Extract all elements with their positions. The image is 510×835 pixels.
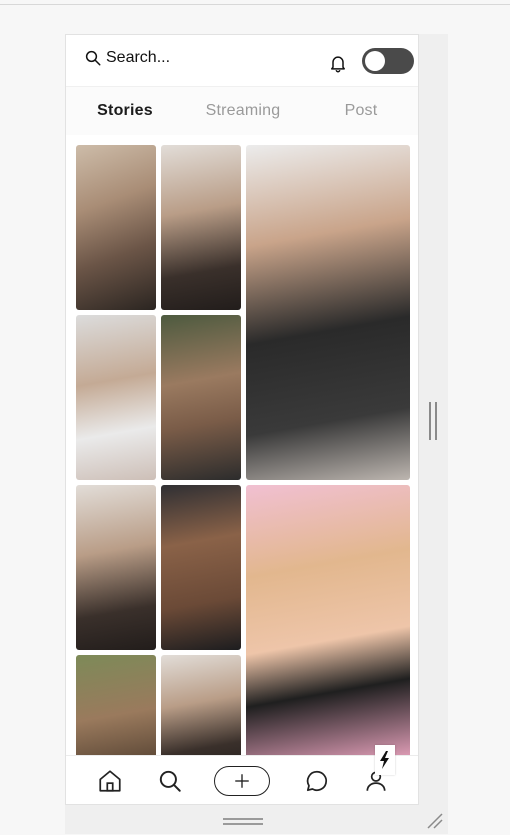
feed-photo[interactable] bbox=[161, 145, 241, 310]
feed-photo[interactable] bbox=[76, 485, 156, 650]
feed-photo[interactable] bbox=[76, 655, 156, 755]
plus-icon bbox=[235, 774, 249, 788]
lightning-icon[interactable] bbox=[375, 745, 395, 775]
window-top-border bbox=[0, 4, 510, 5]
search-icon[interactable] bbox=[157, 768, 183, 794]
feed-photo[interactable] bbox=[161, 485, 241, 650]
home-icon[interactable] bbox=[97, 768, 123, 794]
bottom-navigation bbox=[66, 755, 418, 804]
app-header: Search... bbox=[66, 35, 418, 87]
feed-photo[interactable] bbox=[161, 655, 241, 755]
toggle-knob bbox=[365, 51, 385, 71]
feed-photo[interactable] bbox=[246, 485, 410, 755]
resize-grip-icon[interactable] bbox=[424, 810, 444, 830]
tab-stories[interactable]: Stories bbox=[66, 102, 184, 120]
tab-streaming[interactable]: Streaming bbox=[184, 102, 302, 120]
create-post-button[interactable] bbox=[214, 766, 270, 796]
feed-photo[interactable] bbox=[161, 315, 241, 480]
search-placeholder: Search... bbox=[106, 49, 171, 66]
theme-toggle[interactable] bbox=[362, 48, 414, 74]
home-indicator[interactable] bbox=[223, 818, 263, 826]
chat-bubble-icon[interactable] bbox=[304, 768, 330, 794]
resize-handle[interactable] bbox=[429, 402, 439, 440]
feed-photo[interactable] bbox=[76, 315, 156, 480]
photo-feed-grid bbox=[66, 135, 418, 755]
search-bar[interactable]: Search... bbox=[84, 49, 170, 67]
phone-screen: Search... Stories Streaming Post bbox=[65, 34, 419, 805]
tab-bar: Stories Streaming Post bbox=[66, 87, 418, 135]
bell-icon[interactable] bbox=[328, 52, 348, 74]
tab-post[interactable]: Post bbox=[302, 102, 418, 120]
feed-photo[interactable] bbox=[76, 145, 156, 310]
search-icon bbox=[85, 50, 101, 66]
feed-photo[interactable] bbox=[246, 145, 410, 480]
